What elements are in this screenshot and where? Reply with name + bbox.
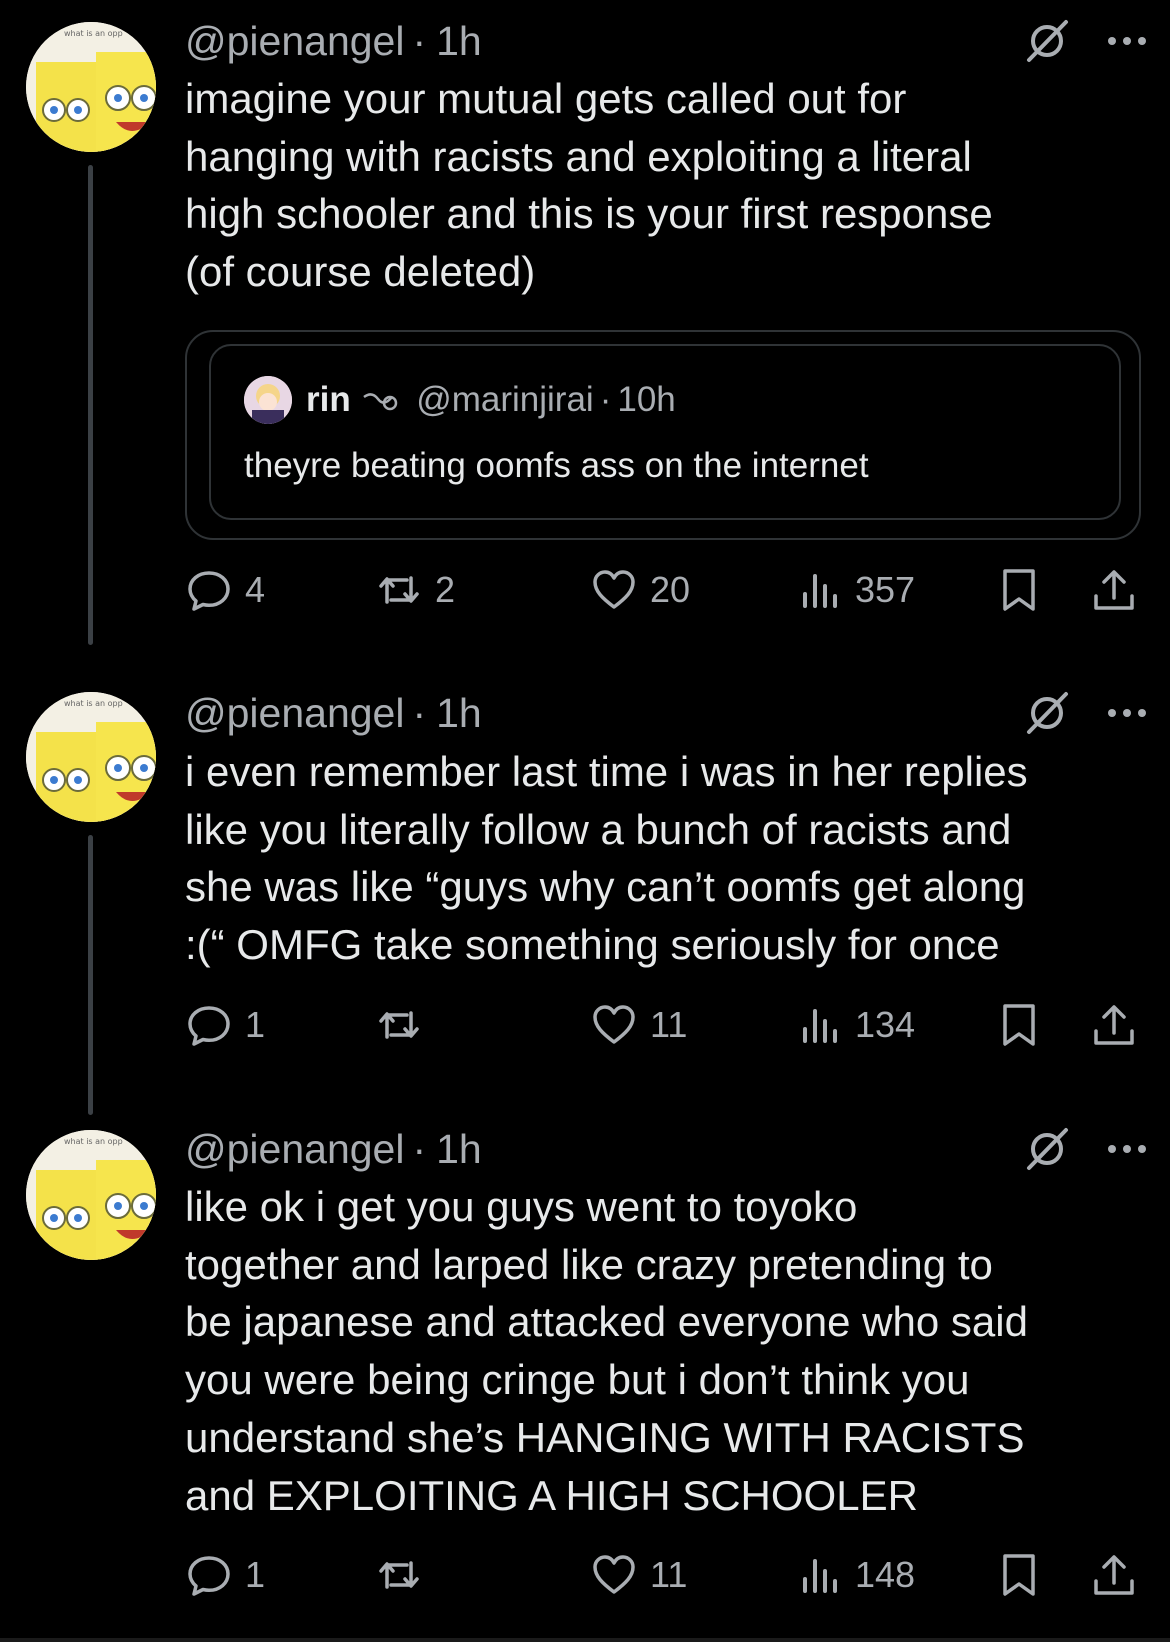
repost-icon	[379, 576, 419, 604]
tweet-text: i even remember last time i was in her r…	[185, 748, 1028, 969]
reply-count: 1	[245, 1004, 266, 1045]
views-button[interactable]: 134	[795, 995, 915, 1055]
like-count: 11	[650, 1004, 688, 1045]
quoted-tweet[interactable]: rin @marinjirai · 10h theyre beating oomfs…	[185, 330, 1141, 540]
share-icon	[1094, 1555, 1134, 1595]
share-icon	[1094, 570, 1134, 610]
like-count: 20	[650, 569, 691, 610]
avatar-caption: what is an opp	[64, 699, 123, 708]
avatar-caption: what is an opp	[64, 29, 123, 38]
timestamp[interactable]: 1h	[436, 690, 482, 736]
quoted-text: theyre beating oomfs ass on the internet	[244, 446, 869, 485]
quoted-name[interactable]: rin	[306, 380, 351, 419]
repost-button[interactable]	[375, 995, 435, 1055]
repost-button[interactable]	[375, 1545, 435, 1605]
bookmark-button[interactable]	[995, 1545, 1043, 1605]
reply-count: 1	[245, 1554, 266, 1595]
more-icon[interactable]	[1108, 1145, 1146, 1153]
like-button[interactable]: 11	[590, 1545, 687, 1605]
action-bar: 1 11 148	[185, 1545, 1137, 1605]
share-button[interactable]	[1090, 995, 1138, 1055]
action-bar: 4 2 20 357	[185, 560, 1137, 620]
tweet-text: imagine your mutual gets called out for …	[185, 75, 993, 296]
tweet-text: like ok i get you guys went to toyoko to…	[185, 1183, 1028, 1519]
bookmark-icon	[1003, 569, 1035, 611]
thread-line	[88, 165, 93, 645]
repost-count: 2	[435, 569, 456, 610]
tweet-header: @pienangel · 1h	[185, 16, 1146, 66]
avatar-caption: what is an opp	[64, 1137, 123, 1146]
repost-icon	[379, 1561, 419, 1589]
more-icon[interactable]	[1108, 37, 1146, 45]
heart-icon	[593, 1005, 635, 1044]
share-button[interactable]	[1090, 1545, 1138, 1605]
user-handle[interactable]: @pienangel	[185, 18, 404, 64]
bookmark-icon	[1003, 1554, 1035, 1596]
grok-icon[interactable]	[1024, 18, 1070, 64]
avatar[interactable]: what is an opp	[26, 1130, 156, 1260]
timestamp[interactable]: 1h	[436, 1126, 482, 1172]
quoted-time[interactable]: 10h	[617, 380, 675, 419]
reply-icon	[188, 571, 230, 611]
divider	[0, 1638, 1170, 1642]
views-count: 148	[855, 1554, 916, 1595]
reply-button[interactable]: 1	[185, 1545, 265, 1605]
quoted-header: rin @marinjirai · 10h	[306, 380, 676, 419]
action-bar: 1 11 134	[185, 995, 1137, 1055]
repost-icon	[379, 1011, 419, 1039]
grok-icon[interactable]	[1024, 1126, 1070, 1172]
views-icon	[803, 1009, 837, 1043]
user-handle[interactable]: @pienangel	[185, 690, 404, 736]
reply-icon	[188, 1006, 230, 1046]
like-button[interactable]: 20	[590, 560, 690, 620]
avatar[interactable]: what is an opp	[26, 22, 156, 152]
views-icon	[803, 574, 837, 608]
reply-button[interactable]: 4	[185, 560, 265, 620]
quoted-handle[interactable]: @marinjirai	[416, 380, 594, 419]
share-icon	[1094, 1005, 1134, 1045]
reply-button[interactable]: 1	[185, 995, 265, 1055]
grok-icon[interactable]	[1024, 690, 1070, 736]
bookmark-button[interactable]	[995, 560, 1043, 620]
thread-line	[88, 835, 93, 1115]
views-button[interactable]: 357	[795, 560, 915, 620]
user-handle[interactable]: @pienangel	[185, 1126, 404, 1172]
avatar[interactable]: what is an opp	[26, 692, 156, 822]
repost-button[interactable]: 2	[375, 560, 455, 620]
reply-count: 4	[245, 569, 266, 610]
like-count: 11	[650, 1554, 688, 1595]
share-button[interactable]	[1090, 560, 1138, 620]
views-icon	[803, 1559, 837, 1593]
quoted-badge-icon	[363, 392, 398, 410]
bookmark-icon	[1003, 1004, 1035, 1046]
reply-icon	[188, 1556, 230, 1596]
like-button[interactable]: 11	[590, 995, 687, 1055]
quoted-avatar[interactable]	[244, 376, 292, 424]
views-count: 134	[855, 1004, 916, 1045]
views-button[interactable]: 148	[795, 1545, 915, 1605]
tweet-header: @pienangel · 1h	[185, 1124, 1146, 1174]
quoted-tweet-card[interactable]: rin @marinjirai · 10h theyre beating oomfs…	[209, 344, 1121, 520]
views-count: 357	[855, 569, 916, 610]
heart-icon	[593, 570, 635, 609]
heart-icon	[593, 1555, 635, 1594]
timestamp[interactable]: 1h	[436, 18, 482, 64]
tweet-header: @pienangel · 1h	[185, 688, 1146, 738]
more-icon[interactable]	[1108, 709, 1146, 717]
bookmark-button[interactable]	[995, 995, 1043, 1055]
